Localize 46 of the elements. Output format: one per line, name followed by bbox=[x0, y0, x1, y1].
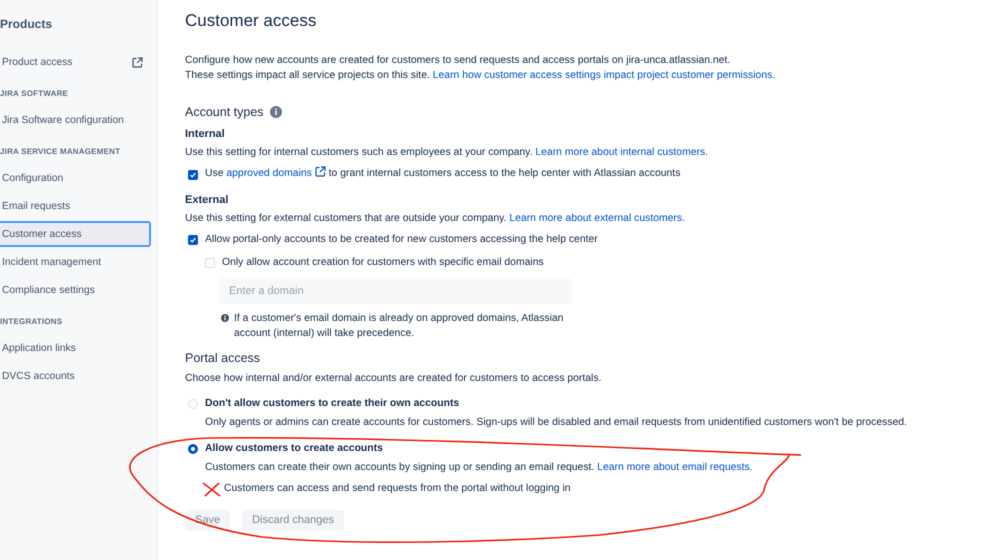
checkbox-label: Use approved domains to grant internal customers access to the help center with Atlassian accounts bbox=[205, 166, 680, 181]
link[interactable]: Learn more about email requests. bbox=[597, 462, 753, 473]
sidebar-item[interactable]: Customer access bbox=[0, 221, 151, 247]
checkbox-label: Customers can access and send requests from the portal without logging in bbox=[224, 482, 571, 496]
checkbox-label: Only allow account creation for customers with specific email domains bbox=[222, 256, 544, 270]
info-icon bbox=[270, 106, 282, 118]
sidebar-item[interactable]: Incident management bbox=[0, 249, 157, 275]
help-text: Use this setting for internal customers such as employees at your company. Learn more about internal customers. bbox=[185, 146, 710, 160]
sidebar-heading: JIRA SERVICE MANAGEMENT bbox=[0, 146, 122, 158]
subsection-heading: Internal bbox=[185, 127, 226, 142]
radio-label: Allow customers to create accounts bbox=[205, 442, 383, 456]
link[interactable]: Learn how customer access settings impact project customer permissions. bbox=[432, 70, 776, 81]
section-heading: Account types bbox=[185, 104, 264, 121]
sidebar-title: Products bbox=[0, 16, 54, 33]
description-text: Configure how new accounts are created for customers to send requests and access portals on jira-unca.atlassian.net. bbox=[185, 54, 732, 68]
domain-input-field[interactable]: Enter a domain bbox=[219, 278, 572, 304]
checkbox[interactable] bbox=[188, 235, 198, 245]
sidebar-item[interactable]: Application links bbox=[0, 335, 157, 361]
sidebar-item[interactable]: Compliance settings bbox=[0, 277, 157, 303]
link[interactable]: Learn more about external customers. bbox=[509, 213, 685, 224]
link[interactable]: Learn more about internal customers. bbox=[535, 147, 708, 158]
page-title: Customer access bbox=[185, 10, 318, 32]
help-text: Choose how internal and/or external accounts are created for customers to access portals. bbox=[185, 372, 602, 386]
sidebar-item[interactable]: Configuration bbox=[0, 165, 157, 191]
info-icon bbox=[221, 314, 229, 322]
description-text: These settings impact all service projects on this site. Learn how customer access settings impact project customer permissions. bbox=[185, 69, 776, 83]
option-description: Only agents or admins can create accounts for customers. Sign-ups will be disabled and email requests from unidentified customers won't be processed. bbox=[205, 416, 908, 430]
sidebar-heading: JIRA SOFTWARE bbox=[0, 88, 70, 100]
sidebar-heading: INTEGRATIONS bbox=[0, 316, 64, 328]
external-link-icon bbox=[132, 56, 143, 68]
cross-mark-icon bbox=[202, 482, 221, 496]
checkbox[interactable] bbox=[188, 170, 198, 180]
option-description: Customers can create their own accounts by signing up or sending an email request. Learn more about email requests. bbox=[205, 461, 754, 475]
section-heading: Portal access bbox=[185, 350, 260, 367]
sidebar-item[interactable]: Email requests bbox=[0, 193, 157, 219]
sidebar-item[interactable]: Product access bbox=[0, 49, 157, 75]
sidebar-item[interactable]: DVCS accounts bbox=[0, 363, 157, 389]
radio-label: Don't allow customers to create their own accounts bbox=[205, 397, 460, 411]
subsection-heading: External bbox=[185, 193, 230, 208]
link[interactable]: approved domains bbox=[226, 168, 312, 179]
note-text: If a customer's email domain is already on approved domains, Atlassian account (internal) will take precedence. bbox=[234, 312, 564, 341]
external-link-icon bbox=[314, 166, 326, 177]
sidebar-item[interactable]: Jira Software configuration bbox=[0, 107, 157, 133]
radio-button[interactable] bbox=[188, 444, 198, 454]
checkbox-label: Allow portal-only accounts to be created for new customers accessing the help center bbox=[205, 233, 598, 247]
help-text: Use this setting for external customers that are outside your company. Learn more about external customers. bbox=[185, 212, 686, 226]
